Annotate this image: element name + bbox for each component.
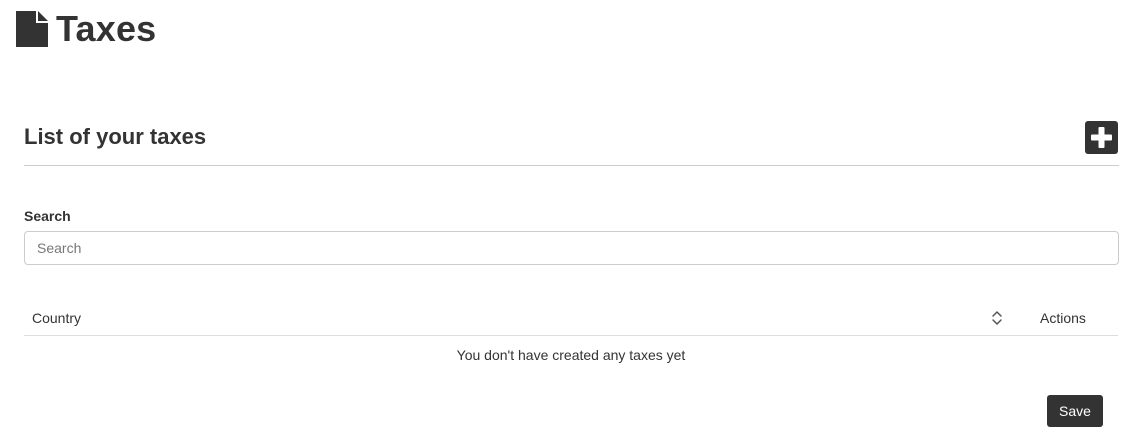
column-header-actions: Actions	[1040, 310, 1086, 326]
page-title: Taxes	[56, 8, 157, 49]
plus-icon	[1091, 127, 1112, 148]
add-tax-button[interactable]	[1085, 121, 1118, 154]
taxes-table: Country Actions You don't have created a…	[24, 300, 1118, 374]
section-header: List of your taxes	[24, 118, 1119, 166]
taxes-page: Taxes List of your taxes Search Country …	[0, 0, 1137, 444]
page-header: Taxes	[16, 10, 156, 48]
column-header-country[interactable]: Country	[32, 310, 81, 326]
empty-message: You don't have created any taxes yet	[456, 347, 686, 363]
search-label: Search	[24, 208, 71, 224]
table-empty-row: You don't have created any taxes yet	[24, 336, 1118, 374]
file-icon	[16, 11, 48, 47]
table-header: Country Actions	[24, 300, 1118, 336]
save-button[interactable]: Save	[1047, 395, 1103, 427]
section-title: List of your taxes	[24, 124, 207, 149]
sort-icon[interactable]	[991, 310, 1003, 326]
search-input[interactable]	[24, 231, 1119, 265]
